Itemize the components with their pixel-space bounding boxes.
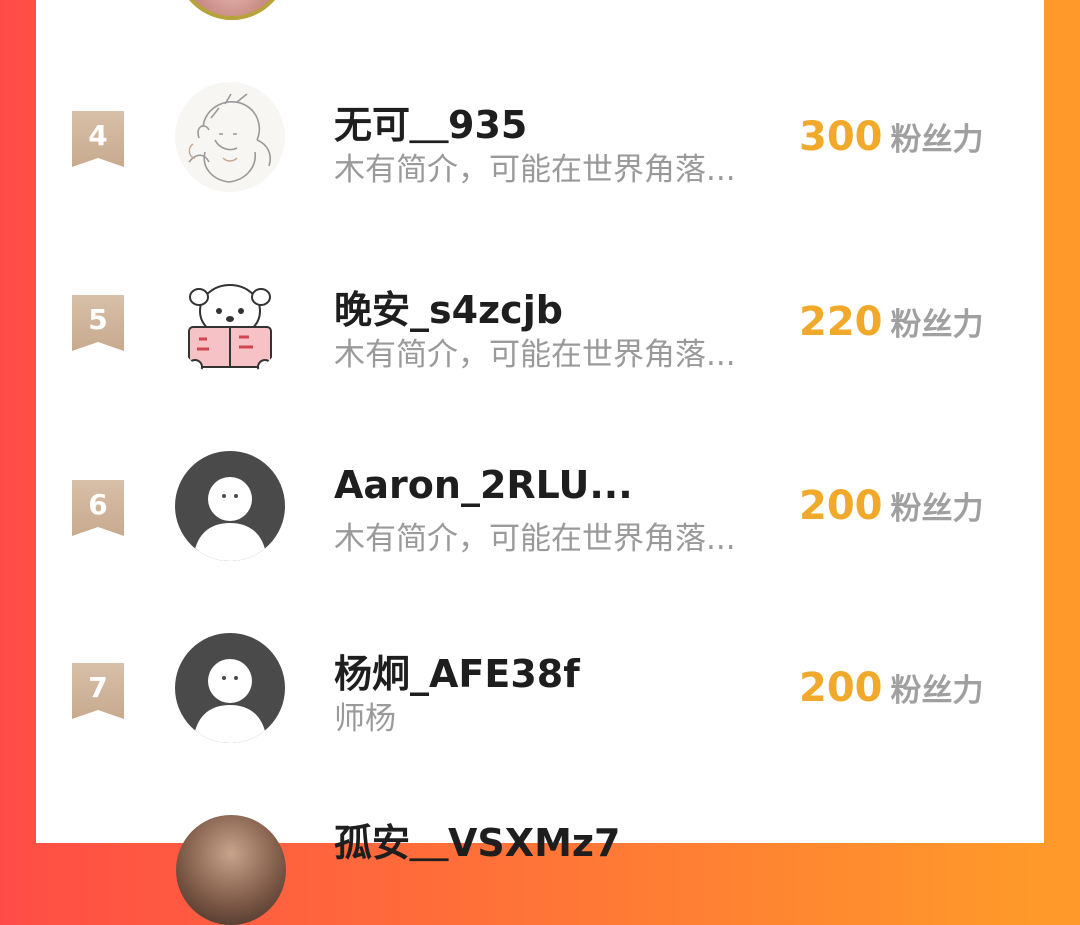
user-avatar[interactable] xyxy=(175,267,285,377)
fan-power-unit: 粉丝力 xyxy=(890,122,984,158)
user-name: 无可＿935 xyxy=(334,103,528,147)
partial-user-avatar[interactable] xyxy=(176,815,286,925)
list-item[interactable]: 7 杨炯_AFE38f 师杨 200 粉丝力 xyxy=(0,621,1080,761)
list-item[interactable]: 6 Aaron_2RLU... 木有简介，可能在世界角落... 200 粉丝力 xyxy=(0,437,1080,577)
fan-power-value: 220 xyxy=(799,299,883,345)
user-name: 晚安_s4zcjb xyxy=(334,288,563,332)
user-avatar[interactable] xyxy=(175,451,285,561)
rank-badge: 5 xyxy=(72,295,124,351)
user-name: Aaron_2RLU... xyxy=(334,463,633,507)
bear-avatar-icon xyxy=(187,284,273,375)
list-item[interactable]: 5 晚安_s4zcjb 木有简介，可能在世界角落... 220 粉丝力 xyxy=(0,253,1080,393)
default-avatar-icon xyxy=(193,659,267,743)
default-avatar-icon xyxy=(193,477,267,561)
user-name: 杨炯_AFE38f xyxy=(334,652,580,696)
user-bio: 木有简介，可能在世界角落... xyxy=(334,521,736,557)
fan-power-unit: 粉丝力 xyxy=(890,491,984,527)
fan-power: 200 粉丝力 xyxy=(799,665,984,711)
rank-badge: 4 xyxy=(72,111,124,167)
fan-power-value: 200 xyxy=(799,665,883,711)
fan-power-unit: 粉丝力 xyxy=(890,307,984,343)
fan-power-value: 200 xyxy=(799,483,883,529)
partial-user-name: 孤安＿VSXMz7 xyxy=(334,821,621,865)
fan-power-unit: 粉丝力 xyxy=(890,673,984,709)
fan-power: 220 粉丝力 xyxy=(799,299,984,345)
fan-power: 200 粉丝力 xyxy=(799,483,984,529)
sketch-avatar-icon xyxy=(188,93,272,183)
user-avatar[interactable] xyxy=(175,82,285,192)
fan-power: 300 粉丝力 xyxy=(799,114,984,160)
rank-badge: 7 xyxy=(72,663,124,719)
rank-badge: 6 xyxy=(72,480,124,536)
user-bio: 木有简介，可能在世界角落... xyxy=(334,152,736,188)
list-item[interactable]: 4 无可＿935 木有简介，可能在世界角落... 300 粉丝力 xyxy=(0,68,1080,208)
user-avatar[interactable] xyxy=(175,633,285,743)
user-bio: 木有简介，可能在世界角落... xyxy=(334,337,736,373)
user-bio: 师杨 xyxy=(334,701,396,737)
fan-power-value: 300 xyxy=(799,114,883,160)
